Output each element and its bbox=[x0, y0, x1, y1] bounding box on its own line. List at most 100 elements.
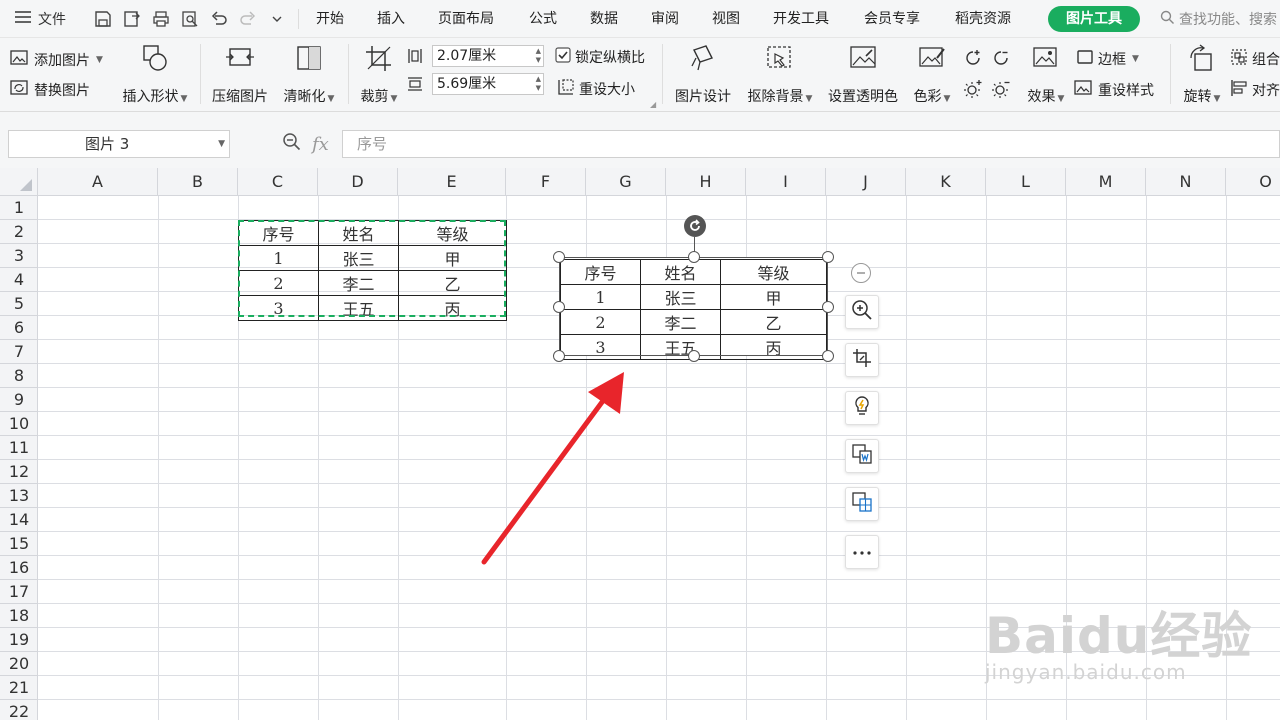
table-cell[interactable]: 姓名 bbox=[318, 220, 399, 246]
table-cell[interactable]: 张三 bbox=[318, 245, 399, 271]
smart-suggest-button[interactable] bbox=[845, 391, 879, 425]
column-header-h[interactable]: H bbox=[666, 168, 746, 196]
table-cell[interactable]: 乙 bbox=[398, 270, 507, 296]
tab-data[interactable]: 数据 bbox=[590, 0, 618, 38]
more-options-button[interactable] bbox=[845, 535, 879, 569]
group-button[interactable]: 组合 bbox=[1230, 48, 1280, 70]
contrast-up-icon[interactable] bbox=[962, 47, 984, 73]
resize-handle-right[interactable] bbox=[822, 301, 834, 313]
row-header-5[interactable]: 5 bbox=[0, 292, 38, 316]
column-header-o[interactable]: O bbox=[1226, 168, 1280, 196]
dialog-launcher-icon[interactable]: ◢ bbox=[650, 100, 656, 109]
chevron-down-icon[interactable] bbox=[266, 8, 288, 30]
resize-handle-bottom-right[interactable] bbox=[822, 350, 834, 362]
tab-picture-tools[interactable]: 图片工具 bbox=[1048, 6, 1140, 32]
tab-docer[interactable]: 稻壳资源 bbox=[955, 0, 1011, 38]
column-header-m[interactable]: M bbox=[1066, 168, 1146, 196]
height-input[interactable]: 2.07厘米 ▲ ▼ bbox=[432, 45, 544, 67]
resize-handle-top-right[interactable] bbox=[822, 251, 834, 263]
effects-button[interactable]: 效果 ▼ bbox=[1024, 44, 1068, 106]
sheet-table[interactable]: 序号 姓名 等级 1 张三 甲 2 李二 乙 3 王五 丙 bbox=[238, 220, 507, 321]
file-menu[interactable]: 文件 bbox=[14, 0, 66, 38]
brightness-up-icon[interactable] bbox=[962, 78, 984, 104]
tab-review[interactable]: 审阅 bbox=[651, 0, 679, 38]
column-header-c[interactable]: C bbox=[238, 168, 318, 196]
float-crop-button[interactable] bbox=[845, 343, 879, 377]
row-header-2[interactable]: 2 bbox=[0, 220, 38, 244]
insert-shape-button[interactable]: 插入形状 ▼ bbox=[118, 44, 192, 106]
table-cell[interactable]: 1 bbox=[238, 245, 319, 271]
rotate-handle[interactable] bbox=[684, 215, 706, 237]
row-header-17[interactable]: 17 bbox=[0, 580, 38, 604]
row-header-16[interactable]: 16 bbox=[0, 556, 38, 580]
zoom-icon[interactable] bbox=[282, 132, 302, 156]
table-cell[interactable]: 丙 bbox=[398, 295, 507, 321]
row-header-21[interactable]: 21 bbox=[0, 676, 38, 700]
sharpen-button[interactable]: 清晰化 ▼ bbox=[281, 44, 337, 106]
row-header-12[interactable]: 12 bbox=[0, 460, 38, 484]
table-cell[interactable]: 王五 bbox=[318, 295, 399, 321]
tab-insert[interactable]: 插入 bbox=[377, 0, 405, 38]
picture-to-table-button[interactable] bbox=[845, 487, 879, 521]
table-cell[interactable]: 李二 bbox=[318, 270, 399, 296]
column-header-k[interactable]: K bbox=[906, 168, 986, 196]
column-header-l[interactable]: L bbox=[986, 168, 1066, 196]
row-header-6[interactable]: 6 bbox=[0, 316, 38, 340]
column-header-g[interactable]: G bbox=[586, 168, 666, 196]
width-input[interactable]: 5.69厘米 ▲ ▼ bbox=[432, 73, 544, 95]
contrast-down-icon[interactable] bbox=[990, 47, 1012, 73]
row-header-19[interactable]: 19 bbox=[0, 628, 38, 652]
search-box[interactable]: 查找功能、搜索 bbox=[1160, 0, 1277, 38]
table-cell[interactable]: 甲 bbox=[398, 245, 507, 271]
redo-icon[interactable] bbox=[237, 8, 259, 30]
column-header-d[interactable]: D bbox=[318, 168, 398, 196]
save-icon[interactable] bbox=[92, 8, 114, 30]
picture-to-text-button[interactable] bbox=[845, 439, 879, 473]
fx-icon[interactable]: fx bbox=[312, 134, 329, 155]
replace-picture-button[interactable]: 替换图片 bbox=[10, 79, 90, 101]
export-icon[interactable] bbox=[121, 8, 143, 30]
compress-picture-button[interactable]: 压缩图片 bbox=[210, 44, 270, 106]
table-cell[interactable]: 3 bbox=[238, 295, 319, 321]
column-header-f[interactable]: F bbox=[506, 168, 586, 196]
row-header-11[interactable]: 11 bbox=[0, 436, 38, 460]
formula-input[interactable]: 序号 bbox=[342, 130, 1280, 158]
pasted-picture[interactable]: 序号 姓名 等级 1 张三 甲 2 李二 乙 3 王五 丙 bbox=[559, 257, 828, 360]
tab-developer[interactable]: 开发工具 bbox=[773, 0, 829, 38]
resize-handle-top-left[interactable] bbox=[553, 251, 565, 263]
row-header-3[interactable]: 3 bbox=[0, 244, 38, 268]
row-header-13[interactable]: 13 bbox=[0, 484, 38, 508]
zoom-in-button[interactable] bbox=[845, 295, 879, 329]
row-header-1[interactable]: 1 bbox=[0, 196, 38, 220]
column-header-b[interactable]: B bbox=[158, 168, 238, 196]
name-box[interactable]: 图片 3 ▼ bbox=[8, 130, 230, 158]
print-preview-icon[interactable] bbox=[179, 8, 201, 30]
set-transparent-button[interactable]: 设置透明色 bbox=[824, 44, 902, 106]
crop-button[interactable]: 裁剪 ▼ bbox=[358, 44, 400, 106]
add-picture-button[interactable]: 添加图片 ▼ bbox=[10, 49, 103, 71]
reset-size-button[interactable]: 重设大小 bbox=[557, 78, 635, 100]
row-header-22[interactable]: 22 bbox=[0, 700, 38, 720]
row-header-4[interactable]: 4 bbox=[0, 268, 38, 292]
row-header-8[interactable]: 8 bbox=[0, 364, 38, 388]
table-cell[interactable]: 等级 bbox=[398, 220, 507, 246]
chevron-down-icon[interactable]: ▼ bbox=[218, 131, 225, 157]
column-header-i[interactable]: I bbox=[746, 168, 826, 196]
width-spinner[interactable]: ▲ ▼ bbox=[536, 75, 541, 93]
print-icon[interactable] bbox=[150, 8, 172, 30]
undo-icon[interactable] bbox=[208, 8, 230, 30]
collapse-toolbar-button[interactable] bbox=[851, 263, 871, 283]
row-header-14[interactable]: 14 bbox=[0, 508, 38, 532]
tab-page-layout[interactable]: 页面布局 bbox=[438, 0, 494, 38]
reset-style-button[interactable]: 重设样式 bbox=[1074, 79, 1154, 101]
resize-handle-left[interactable] bbox=[553, 301, 565, 313]
tab-member[interactable]: 会员专享 bbox=[864, 0, 920, 38]
border-button[interactable]: 边框 ▼ bbox=[1076, 48, 1139, 70]
column-header-e[interactable]: E bbox=[398, 168, 506, 196]
row-header-7[interactable]: 7 bbox=[0, 340, 38, 364]
row-header-9[interactable]: 9 bbox=[0, 388, 38, 412]
remove-background-button[interactable]: 抠除背景 ▼ bbox=[744, 44, 816, 106]
column-header-a[interactable]: A bbox=[38, 168, 158, 196]
row-header-15[interactable]: 15 bbox=[0, 532, 38, 556]
select-all-corner[interactable] bbox=[0, 168, 38, 196]
